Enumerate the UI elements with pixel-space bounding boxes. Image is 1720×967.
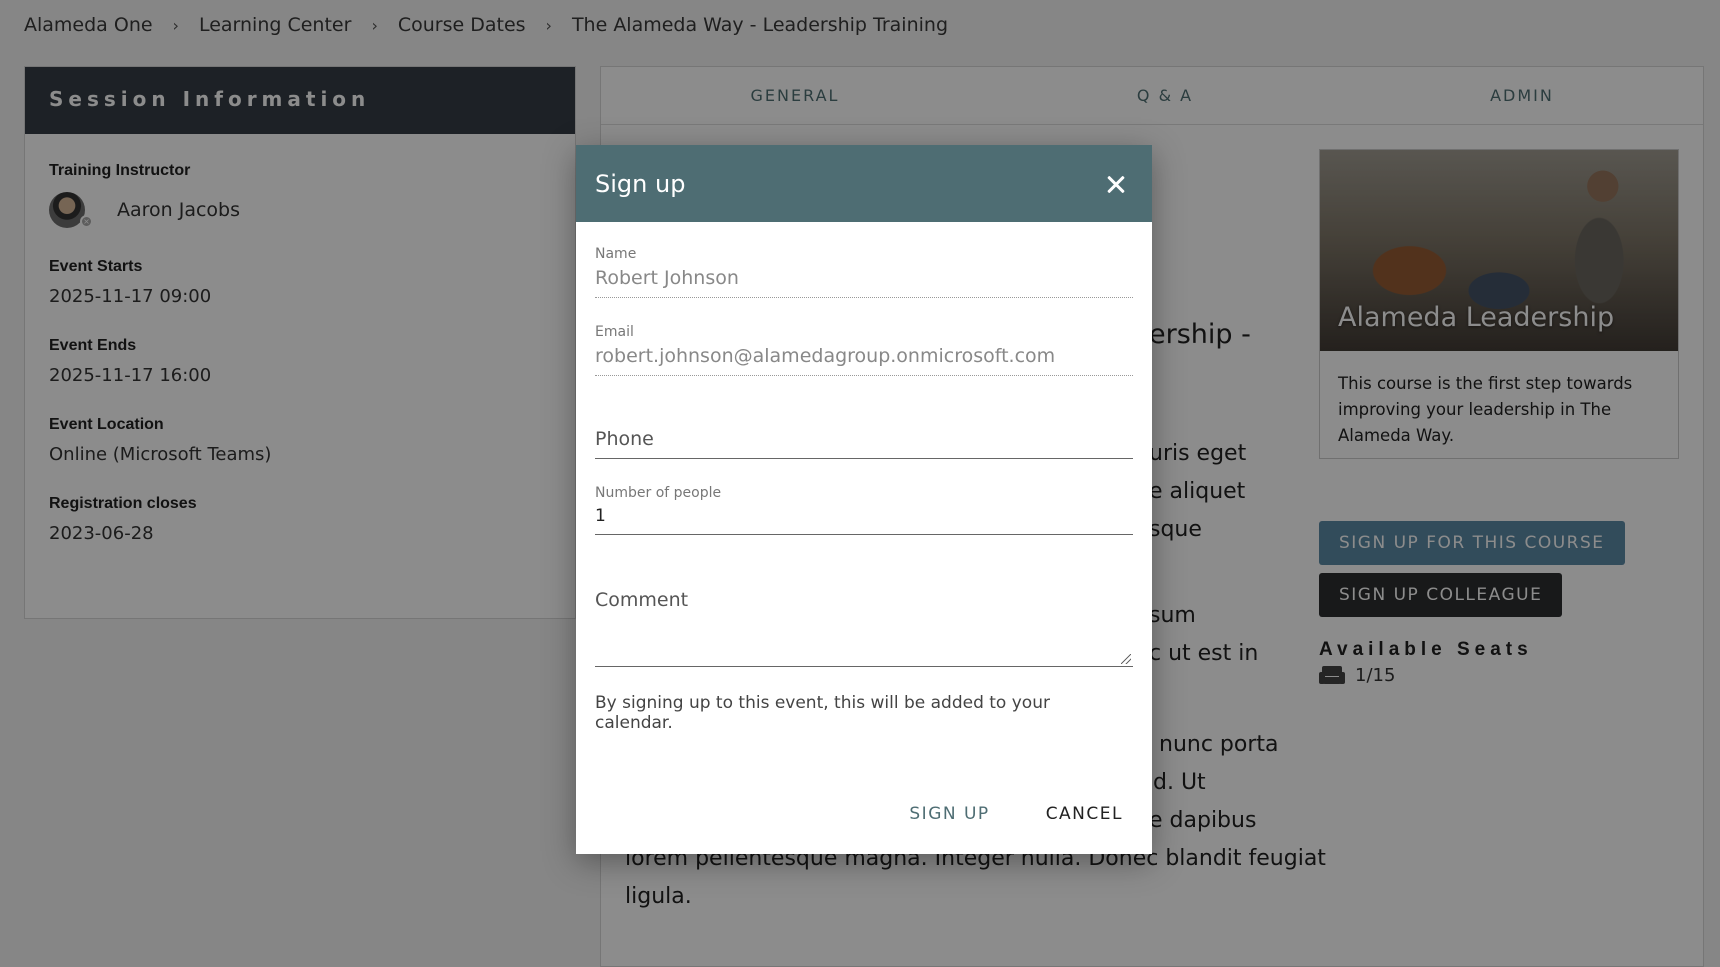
people-field[interactable]: Number of people 1 [595, 485, 1133, 535]
email-input: robert.johnson@alamedagroup.onmicrosoft.… [595, 345, 1056, 367]
sign-up-dialog: Sign up Name Robert Johnson Email robert… [576, 145, 1152, 854]
name-field: Name Robert Johnson [595, 246, 1133, 298]
comment-input[interactable]: Comment [595, 561, 1133, 619]
phone-field[interactable]: Phone [595, 402, 1133, 459]
resize-handle-icon[interactable] [1121, 654, 1131, 664]
email-label: Email [595, 324, 634, 340]
people-label: Number of people [595, 485, 722, 501]
people-input[interactable]: 1 [595, 503, 1133, 534]
calendar-notice: By signing up to this event, this will b… [595, 693, 1050, 733]
cancel-button[interactable]: CANCEL [1036, 794, 1133, 834]
comment-field[interactable]: Comment [595, 561, 1133, 667]
dialog-title: Sign up [595, 169, 686, 198]
dialog-actions: SIGN UP CANCEL [899, 794, 1133, 834]
sign-up-button[interactable]: SIGN UP [899, 794, 999, 834]
name-label: Name [595, 246, 637, 262]
close-icon[interactable] [1098, 166, 1134, 202]
phone-input[interactable]: Phone [595, 402, 1133, 458]
dialog-header: Sign up [576, 145, 1152, 222]
name-input: Robert Johnson [595, 267, 739, 289]
email-field: Email robert.johnson@alamedagroup.onmicr… [595, 324, 1133, 376]
